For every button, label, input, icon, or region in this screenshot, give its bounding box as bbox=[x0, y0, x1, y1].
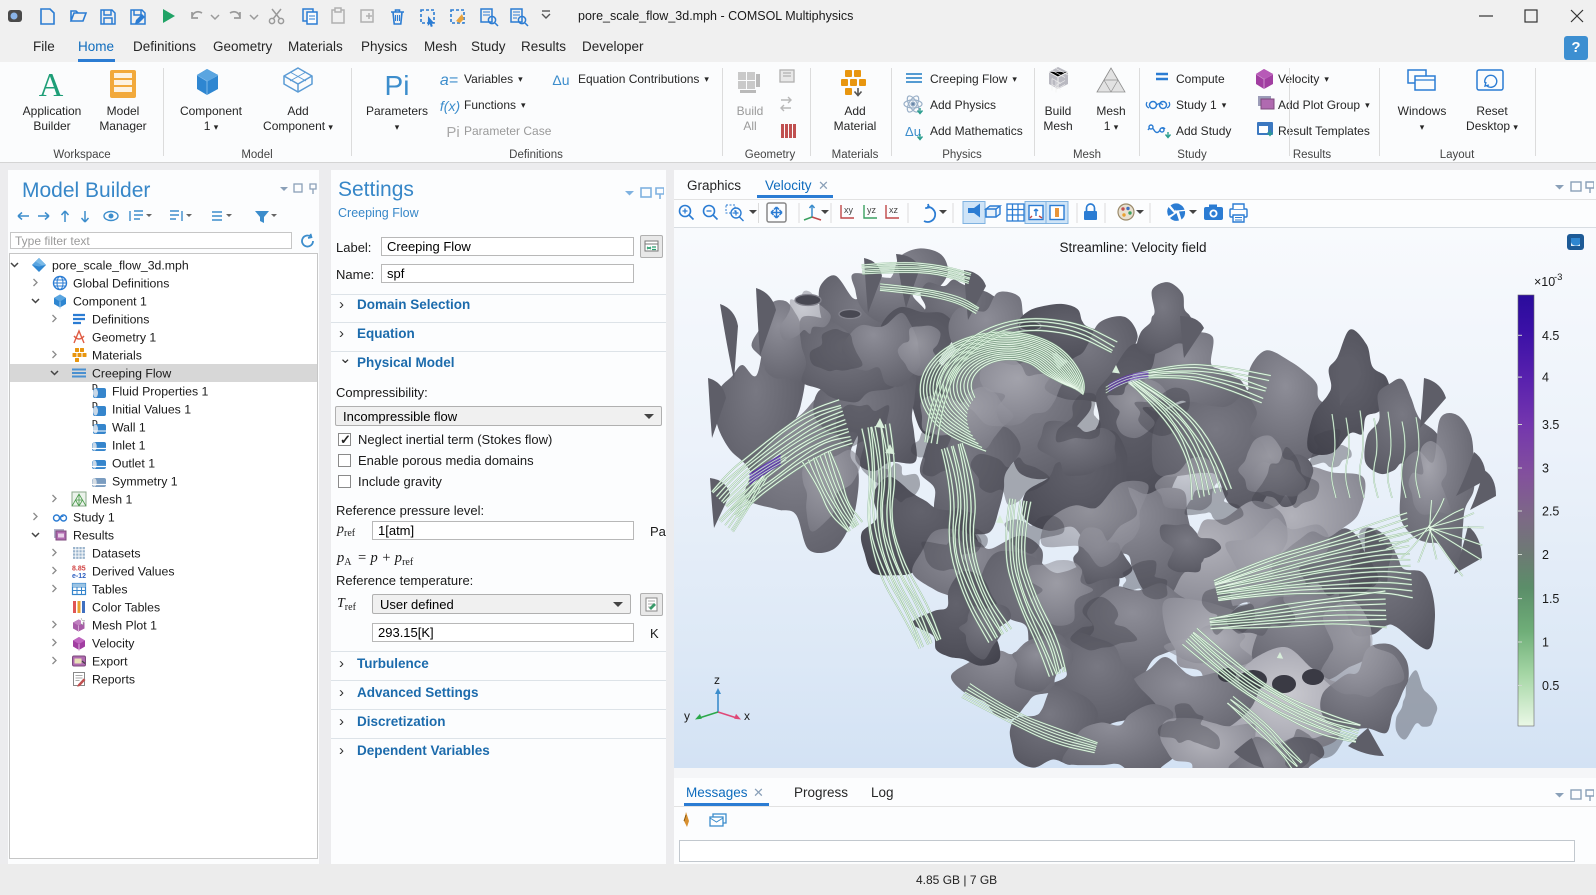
svg-text:1: 1 bbox=[1542, 636, 1549, 650]
svg-text:Outlet 1: Outlet 1 bbox=[112, 457, 155, 471]
svg-text:3: 3 bbox=[1542, 462, 1549, 476]
svg-text:3.5: 3.5 bbox=[1542, 418, 1559, 432]
svg-text:Initial Values 1: Initial Values 1 bbox=[112, 403, 191, 417]
svg-text:Reports: Reports bbox=[92, 673, 135, 687]
svg-text:0.5: 0.5 bbox=[1542, 679, 1559, 693]
svg-text:Derived Values: Derived Values bbox=[92, 565, 174, 579]
svg-text:pore_scale_flow_3d.mph: pore_scale_flow_3d.mph bbox=[52, 259, 189, 273]
svg-text:Pi: Pi bbox=[446, 124, 459, 141]
svg-text:Global Definitions: Global Definitions bbox=[73, 277, 169, 291]
svg-text:Pi: Pi bbox=[385, 70, 410, 101]
svg-text:4: 4 bbox=[1542, 371, 1549, 385]
svg-text:Δu: Δu bbox=[552, 72, 569, 88]
svg-text:4.5: 4.5 bbox=[1542, 329, 1559, 343]
svg-text:Inlet 1: Inlet 1 bbox=[112, 439, 146, 453]
svg-text:z: z bbox=[714, 673, 720, 687]
svg-text:-3: -3 bbox=[1554, 272, 1562, 283]
svg-text:Definitions: Definitions bbox=[92, 313, 149, 327]
svg-text:2.5: 2.5 bbox=[1542, 505, 1559, 519]
svg-text:xz: xz bbox=[889, 205, 899, 215]
svg-text:A: A bbox=[39, 67, 64, 104]
svg-text:e-12: e-12 bbox=[72, 573, 86, 580]
svg-text:1.5: 1.5 bbox=[1542, 592, 1559, 606]
svg-text:xy: xy bbox=[844, 205, 854, 215]
svg-text:Tables: Tables bbox=[92, 583, 128, 597]
svg-text:8.85: 8.85 bbox=[72, 566, 86, 573]
svg-text:Color Tables: Color Tables bbox=[92, 601, 160, 615]
svg-text:Geometry 1: Geometry 1 bbox=[92, 331, 156, 345]
svg-text:x: x bbox=[744, 709, 750, 723]
svg-text:y: y bbox=[684, 709, 690, 723]
svg-text:Study 1: Study 1 bbox=[73, 511, 115, 525]
svg-text:Mesh Plot 1: Mesh Plot 1 bbox=[92, 619, 157, 633]
svg-text:Streamline: Velocity field: Streamline: Velocity field bbox=[1059, 240, 1206, 255]
svg-text:Wall 1: Wall 1 bbox=[112, 421, 146, 435]
svg-text:2: 2 bbox=[1542, 548, 1549, 562]
svg-text:Component 1: Component 1 bbox=[73, 295, 147, 309]
svg-text:f(x): f(x) bbox=[440, 98, 460, 114]
svg-text:yz: yz bbox=[867, 205, 877, 215]
svg-text:Symmetry 1: Symmetry 1 bbox=[112, 475, 178, 489]
svg-text:Creeping Flow: Creeping Flow bbox=[92, 367, 171, 381]
svg-text:Export: Export bbox=[92, 655, 128, 669]
svg-text:a=: a= bbox=[440, 72, 458, 89]
svg-text:×10: ×10 bbox=[1534, 275, 1555, 289]
svg-text:Datasets: Datasets bbox=[92, 547, 141, 561]
svg-text:Materials: Materials bbox=[92, 349, 142, 363]
svg-text:Fluid Properties 1: Fluid Properties 1 bbox=[112, 385, 209, 399]
svg-text:Mesh 1: Mesh 1 bbox=[92, 493, 132, 507]
svg-text:Velocity: Velocity bbox=[92, 637, 135, 651]
svg-text:Results: Results bbox=[73, 529, 114, 543]
